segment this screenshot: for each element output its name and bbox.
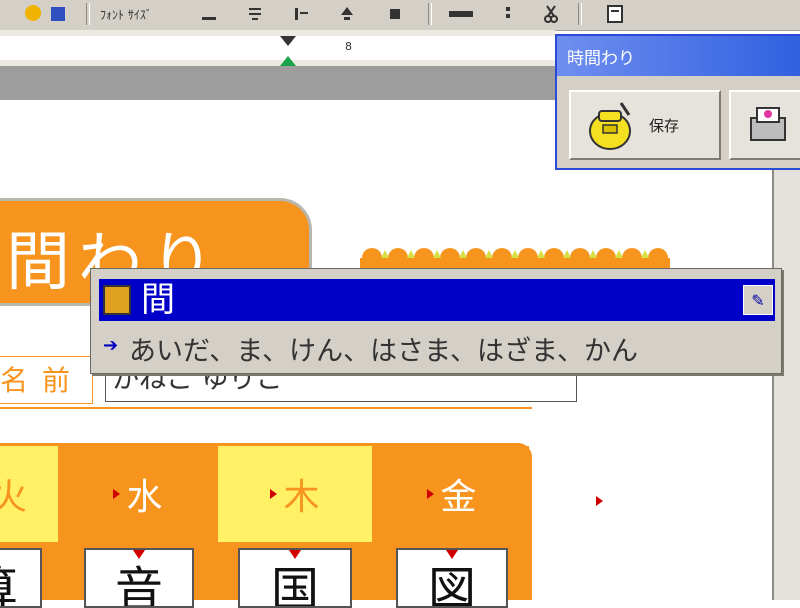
indent-icon[interactable]: [290, 3, 312, 25]
subject-text: 算: [0, 560, 18, 606]
day-label: 水: [126, 477, 163, 518]
arrow-icon: ➔: [103, 335, 119, 356]
page-icon[interactable]: [604, 3, 626, 25]
day-header-thu: 木: [218, 446, 372, 542]
day-label: 金: [440, 477, 477, 518]
palette-title[interactable]: 時間わり: [557, 36, 800, 76]
subject-slot[interactable]: 算: [0, 548, 42, 608]
subject-slot[interactable]: 国: [238, 548, 352, 608]
align-icon[interactable]: [244, 3, 266, 25]
subject-slot[interactable]: 図: [396, 548, 508, 608]
vertical-scrollbar[interactable]: [772, 165, 800, 600]
day-label: 木: [283, 477, 320, 518]
day-header-wed: 水: [61, 446, 215, 542]
ime-kanji: 間: [141, 280, 175, 320]
printer-icon: [750, 107, 786, 141]
scissors-icon[interactable]: [540, 3, 562, 25]
sort-icon[interactable]: [336, 3, 358, 25]
timetable-palette: 時間わり 保存: [555, 34, 800, 170]
font-size-icon[interactable]: ﾌｫﾝﾄ ｻｲｽﾞ: [96, 3, 186, 25]
day-header-tue: 火: [0, 446, 58, 542]
format-icon[interactable]: [446, 3, 476, 25]
bag-icon: [589, 102, 631, 150]
divider: [0, 407, 532, 409]
subject-text: 国: [270, 562, 319, 608]
bullets-icon[interactable]: [384, 3, 406, 25]
red-marker-icon: [596, 496, 603, 506]
subject-slot[interactable]: 音: [84, 548, 194, 608]
subject-text: 図: [427, 562, 476, 608]
book-icon: [103, 285, 131, 315]
table-icon[interactable]: [500, 3, 522, 25]
day-header-fri: 金: [375, 446, 529, 542]
save-button-label: 保存: [649, 116, 680, 135]
svg-text:ﾌｫﾝﾄ ｻｲｽﾞ: ﾌｫﾝﾄ ｻｲｽﾞ: [100, 8, 152, 22]
ime-reading-popup: 間 ✎ ➔ あいだ、ま、けん、はさま、はざま、かん: [90, 268, 782, 374]
ime-header: 間 ✎: [99, 279, 775, 321]
indent-marker-icon[interactable]: [278, 34, 298, 68]
name-label-box: 名前: [0, 356, 93, 404]
logo-icon[interactable]: [20, 3, 70, 25]
ime-readings[interactable]: あいだ、ま、けん、はさま、はざま、かん: [129, 329, 638, 368]
subject-text: 音: [114, 562, 163, 608]
day-label: 火: [0, 477, 27, 518]
ruler-number: 8: [345, 40, 352, 53]
toolbar: ﾌｫﾝﾄ ｻｲｽﾞ: [0, 0, 800, 31]
underline-icon[interactable]: [198, 3, 220, 25]
pin-icon[interactable]: ✎: [743, 285, 773, 315]
document-gray-band: [0, 66, 555, 100]
name-label: 名前: [0, 364, 85, 397]
print-button[interactable]: [729, 90, 800, 160]
save-button[interactable]: 保存: [569, 90, 721, 160]
